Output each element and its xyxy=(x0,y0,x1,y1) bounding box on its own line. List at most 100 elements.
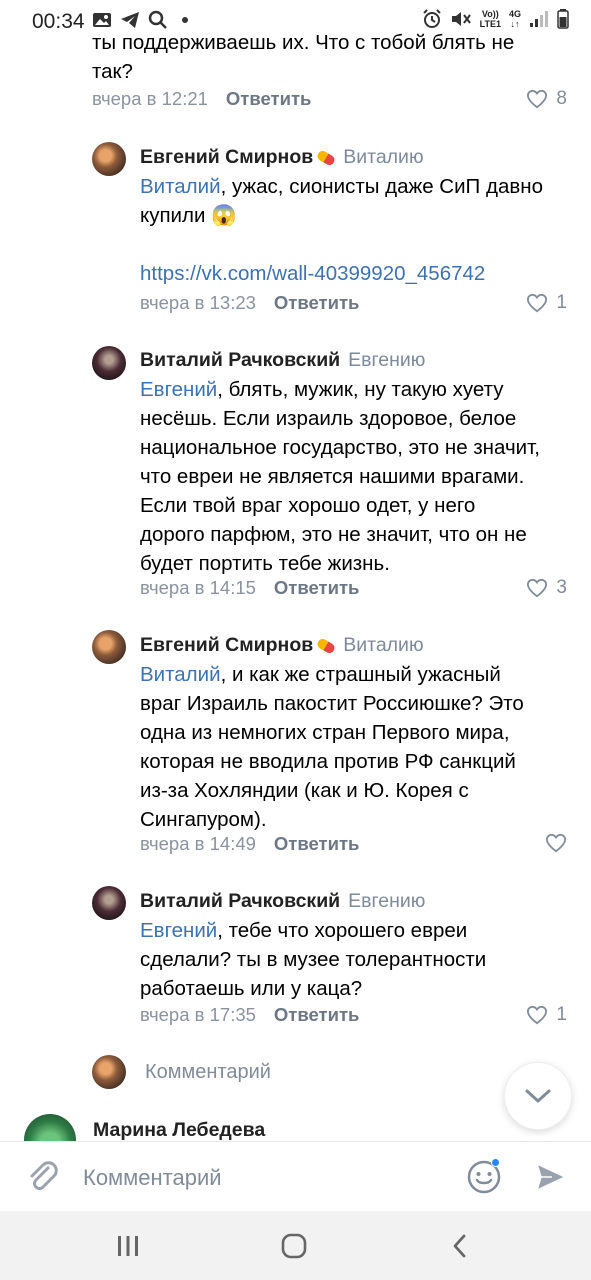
back-icon[interactable] xyxy=(450,1233,470,1259)
chevron-down-icon xyxy=(525,1089,551,1103)
comment-text: работаешь или у каца? xyxy=(140,977,363,1000)
comment-text: , тебе что хорошего евреи xyxy=(217,919,468,942)
comment-meta: вчера в 13:23 Ответить xyxy=(140,292,359,314)
notification-dot-icon xyxy=(182,17,188,23)
comment-meta: вчера в 14:49 Ответить xyxy=(140,833,359,855)
recent-apps-icon[interactable] xyxy=(115,1233,141,1259)
like-count: 1 xyxy=(556,1004,567,1025)
reply-to[interactable]: Виталию xyxy=(343,146,423,169)
signal-icon xyxy=(530,11,548,27)
author-name[interactable]: Евгений Смирнов xyxy=(140,146,313,169)
reply-to[interactable]: Виталию xyxy=(343,634,423,657)
like-button[interactable]: 3 xyxy=(526,577,567,599)
comment-header: Евгений Смирнов Виталию xyxy=(140,634,424,657)
status-left-icons xyxy=(92,10,188,30)
avatar[interactable] xyxy=(92,346,126,380)
comment-text: из-за Хохляндии (как и Ю. Корея с xyxy=(140,779,469,802)
my-avatar xyxy=(92,1055,126,1089)
comment-line: Евгений, блять, мужик, ну такую хуету xyxy=(140,375,570,404)
comment-text: купили 😱 xyxy=(140,204,237,227)
reply-to[interactable]: Евгению xyxy=(348,349,425,372)
reply-button[interactable]: Ответить xyxy=(274,577,360,599)
gallery-icon xyxy=(93,13,111,27)
comment-time: вчера в 12:21 xyxy=(92,88,208,109)
heart-icon xyxy=(545,833,567,853)
reply-button[interactable]: Ответить xyxy=(274,1004,360,1026)
search-status-icon xyxy=(148,10,167,29)
comment-time: вчера в 14:15 xyxy=(140,577,256,598)
new-dot-icon xyxy=(491,1158,500,1167)
comment-text: , и как же страшный ужасный xyxy=(220,663,501,686)
attach-icon[interactable] xyxy=(24,1158,60,1194)
partial-comment-line1: ты поддерживаешь их. Что с тобой блять н… xyxy=(92,31,515,54)
like-button[interactable]: 8 xyxy=(526,88,567,110)
arrows-icon: ↓↑ xyxy=(510,19,520,29)
mute-icon xyxy=(451,12,471,26)
home-icon[interactable] xyxy=(280,1232,308,1260)
comments-feed[interactable]: ты поддерживаешь их. Что с тобой блять н… xyxy=(0,30,591,1140)
partial-comment-body: ты поддерживаешь их. Что с тобой блять н… xyxy=(92,30,522,86)
comment-text: Сингапуром). xyxy=(140,808,267,831)
like-button[interactable]: 1 xyxy=(526,292,567,314)
status-right-icons: Vo)) LTE1 4G ↓↑ xyxy=(422,9,569,29)
comment-line: Виталий, ужас, сионисты даже СиП давно xyxy=(140,172,570,201)
comment-time: вчера в 17:35 xyxy=(140,1004,256,1025)
comment-time: вчера в 13:23 xyxy=(140,292,256,313)
emoji-button[interactable] xyxy=(466,1158,502,1200)
reply-button[interactable]: Ответить xyxy=(274,292,360,314)
comment-text: сделали? ты в музее толерантности xyxy=(140,948,487,971)
external-link[interactable]: https://vk.com/wall-40399920_456742 xyxy=(140,259,570,288)
avatar[interactable] xyxy=(92,630,126,664)
reply-button[interactable]: Ответить xyxy=(274,833,360,855)
heart-icon xyxy=(527,578,548,598)
comment-input[interactable]: Комментарий xyxy=(83,1165,222,1191)
like-button[interactable] xyxy=(545,833,567,853)
author-name[interactable]: Виталий Рачковский xyxy=(140,890,340,913)
reply-button[interactable]: Ответить xyxy=(226,88,312,110)
comment-meta: вчера в 17:35 Ответить xyxy=(140,1004,359,1026)
mention-link[interactable]: Виталий xyxy=(140,663,221,686)
comment-text: враг Израиль пакостит Россиюшке? Это xyxy=(140,692,524,715)
volte-label: Vo)) LTE1 xyxy=(480,9,501,29)
comment-meta: вчера в 14:15 Ответить xyxy=(140,577,359,599)
like-count: 3 xyxy=(556,577,567,598)
comment-header: Евгений Смирнов Виталию xyxy=(140,146,424,169)
comment-text: , ужас, сионисты даже СиП давно xyxy=(220,175,543,198)
comment-line: Евгений, тебе что хорошего евреи xyxy=(140,916,570,945)
send-icon[interactable] xyxy=(534,1160,568,1194)
reply-to[interactable]: Евгению xyxy=(348,890,425,913)
author-name[interactable]: Евгений Смирнов xyxy=(140,634,313,657)
mention-link[interactable]: Евгений xyxy=(140,919,217,942)
like-button[interactable]: 1 xyxy=(526,1004,567,1026)
network-4g-label: 4G xyxy=(508,9,521,19)
comment-text: будет портить тебе жизнь. xyxy=(140,552,390,575)
comment-text: что евреи не является нашими врагами. xyxy=(140,465,525,488)
comment-text: дорого парфюм, это не значит, что он не xyxy=(140,523,527,546)
author-name[interactable]: Марина Лебедева xyxy=(93,1119,265,1142)
comment-header: Виталий Рачковский Евгению xyxy=(140,349,425,372)
comment-text: Если твой враг хорошо одет, у него xyxy=(140,494,476,517)
avatar[interactable] xyxy=(24,1114,76,1142)
mention-link[interactable]: Евгений xyxy=(140,378,217,401)
next-comment: Марина Лебедева xyxy=(0,1112,591,1142)
comment-text: несёшь. Если израиль здоровое, белое xyxy=(140,407,517,430)
thread-comment-placeholder[interactable]: Комментарий xyxy=(145,1061,271,1084)
network-4g: 4G ↓↑ xyxy=(509,9,521,29)
like-count: 1 xyxy=(556,292,567,313)
alarm-icon xyxy=(422,9,441,28)
comment-line: Виталий, и как же страшный ужасный xyxy=(140,660,570,689)
avatar[interactable] xyxy=(92,886,126,920)
battery-icon xyxy=(557,9,569,29)
heart-icon xyxy=(527,1005,548,1025)
avatar[interactable] xyxy=(92,142,126,176)
comment-text: , блять, мужик, ну такую хуету xyxy=(217,378,504,401)
comment-body: Евгений, блять, мужик, ну такую хуету не… xyxy=(140,375,570,578)
partial-comment-line2: так? xyxy=(92,60,133,83)
comment-body: Виталий, ужас, сионисты даже СиП давно к… xyxy=(140,172,570,288)
comment-text: национальное государство, это не значит, xyxy=(140,436,540,459)
volte-bottom: LTE1 xyxy=(479,19,501,29)
mention-link[interactable]: Виталий xyxy=(140,175,221,198)
comment-body: Евгений, тебе что хорошего евреи сделали… xyxy=(140,916,570,1003)
author-name[interactable]: Виталий Рачковский xyxy=(140,349,340,372)
